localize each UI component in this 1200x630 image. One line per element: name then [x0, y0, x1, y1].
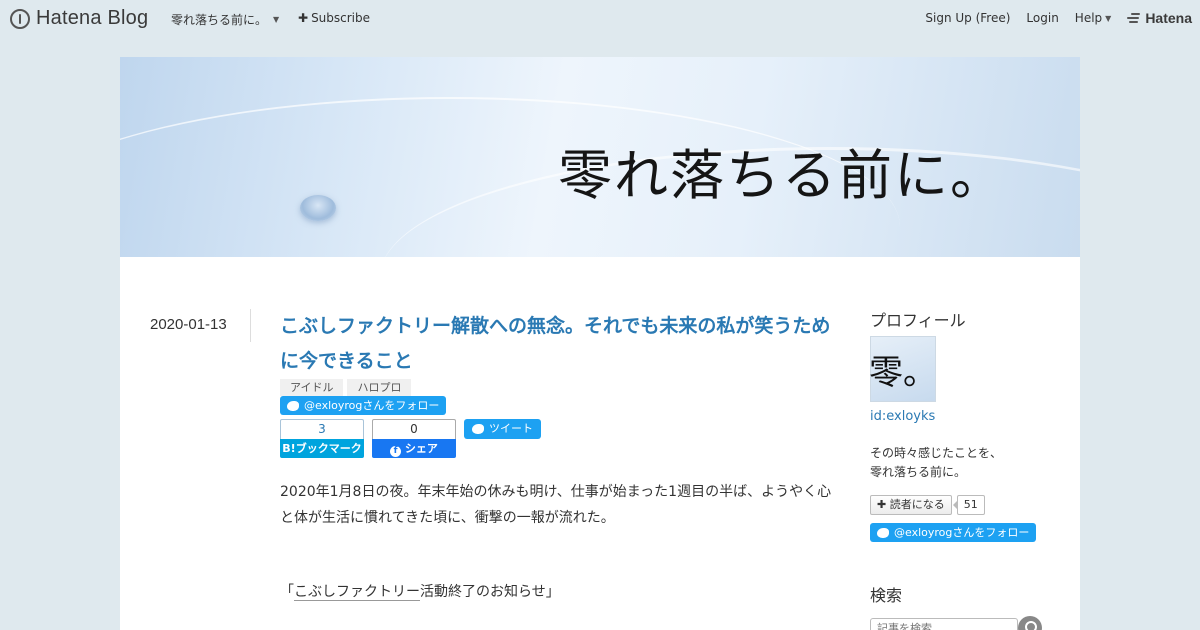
- hatena-lines-icon: [1127, 13, 1141, 23]
- hatena-brand-label: Hatena: [1145, 10, 1192, 26]
- blog-name-menu[interactable]: 零れ落ちる前に。 ▼: [171, 11, 279, 28]
- hatena-bookmark-widget[interactable]: 3 B!ブックマーク: [280, 419, 364, 459]
- entry-title[interactable]: こぶしファクトリー解散への無念。それでも未来の私が笑うために今できること: [280, 309, 845, 379]
- hatena-brand-link[interactable]: Hatena: [1127, 10, 1192, 26]
- plus-icon: ✚: [877, 498, 887, 511]
- twitter-bird-icon: [287, 400, 299, 411]
- facebook-share-count: 0: [372, 419, 456, 439]
- search-heading: 検索: [870, 586, 903, 605]
- profile-id-link[interactable]: id:exloyks: [870, 409, 935, 424]
- sidebar-twitter-follow-button[interactable]: @exloyrogさんをフォロー: [870, 523, 1037, 542]
- signup-link[interactable]: Sign Up (Free): [925, 11, 1010, 25]
- tweet-button[interactable]: ツイート: [464, 419, 541, 439]
- hatena-blog-logo[interactable]: Hatena Blog: [10, 7, 148, 30]
- become-reader-button[interactable]: ✚ 読者になる: [870, 495, 952, 515]
- become-reader-label: 読者になる: [889, 498, 945, 511]
- facebook-icon: f: [390, 446, 402, 457]
- login-link[interactable]: Login: [1026, 11, 1058, 25]
- twitter-bird-icon: [472, 424, 484, 434]
- quote-rest: 活動終了のお知らせ」: [420, 584, 560, 600]
- profile-heading: プロフィール: [870, 311, 966, 330]
- help-menu[interactable]: Help ▼: [1075, 11, 1112, 25]
- twitter-follow-button[interactable]: @exloyrogさんをフォロー: [280, 396, 447, 415]
- facebook-share-label: シェア: [404, 442, 438, 455]
- blog-name-label: 零れ落ちる前に。: [171, 13, 268, 27]
- profile-desc-line: その時々感じたことを、: [870, 446, 1003, 460]
- profile-description: その時々感じたことを、 零れ落ちる前に。: [870, 444, 1070, 482]
- avatar[interactable]: 零。: [869, 336, 937, 402]
- blog-title[interactable]: 零れ落ちる前に。: [558, 131, 1006, 210]
- tag-hello-project[interactable]: ハロプロ: [347, 379, 412, 396]
- water-drop-image: [300, 195, 336, 221]
- hatena-bookmark-count[interactable]: 3: [280, 419, 364, 439]
- plus-icon: ✚: [298, 11, 309, 25]
- help-label: Help: [1074, 11, 1103, 25]
- reader-count[interactable]: 51: [952, 495, 985, 515]
- search-input[interactable]: [870, 618, 1018, 630]
- entry-quote: 「こぶしファクトリー活動終了のお知らせ」: [280, 581, 560, 601]
- reader-subscribe-widget: ✚ 読者になる 51: [870, 495, 985, 515]
- logo-text: Hatena Blog: [36, 7, 149, 29]
- kobushi-factory-link[interactable]: こぶしファクトリー: [294, 584, 420, 601]
- share-buttons: 3 B!ブックマーク 0 f シェア ツイート: [280, 419, 541, 459]
- entry-body-paragraph: 2020年1月8日の夜。年末年始の休みも明け、仕事が始まった1週目の半ば、ようや…: [280, 484, 832, 526]
- quote-open: 「: [280, 584, 294, 600]
- header-right-nav: Sign Up (Free) Login Help ▼ Hatena: [925, 10, 1192, 26]
- hatena-blog-logo-icon: [10, 8, 30, 29]
- twitter-bird-icon: [877, 527, 889, 538]
- global-header: Hatena Blog 零れ落ちる前に。 ▼ ✚ Subscribe Sign …: [0, 0, 1200, 36]
- facebook-share-widget[interactable]: 0 f シェア: [372, 419, 456, 459]
- entry-tags: アイドル ハロプロ: [280, 379, 412, 396]
- subscribe-label: Subscribe: [311, 11, 371, 25]
- magnifier-icon[interactable]: [1018, 616, 1042, 630]
- tweet-label: ツイート: [489, 422, 533, 435]
- date-divider: [250, 309, 251, 342]
- chevron-down-icon: ▼: [273, 15, 280, 24]
- facebook-share-button[interactable]: f シェア: [372, 439, 456, 458]
- chevron-down-icon: ▼: [1105, 13, 1112, 23]
- twitter-follow-label: @exloyrogさんをフォロー: [304, 399, 440, 412]
- subscribe-button[interactable]: ✚ Subscribe: [298, 11, 370, 25]
- main-content: 2020-01-13 こぶしファクトリー解散への無念。それでも未来の私が笑うため…: [120, 257, 1080, 630]
- tag-idol[interactable]: アイドル: [280, 379, 344, 396]
- profile-desc-line: 零れ落ちる前に。: [870, 465, 967, 479]
- hatena-bookmark-button[interactable]: B!ブックマーク: [280, 439, 364, 458]
- twitter-follow-label: @exloyrogさんをフォロー: [894, 526, 1030, 539]
- blog-header-banner[interactable]: 零れ落ちる前に。: [120, 57, 1080, 257]
- entry-date[interactable]: 2020-01-13: [150, 316, 227, 333]
